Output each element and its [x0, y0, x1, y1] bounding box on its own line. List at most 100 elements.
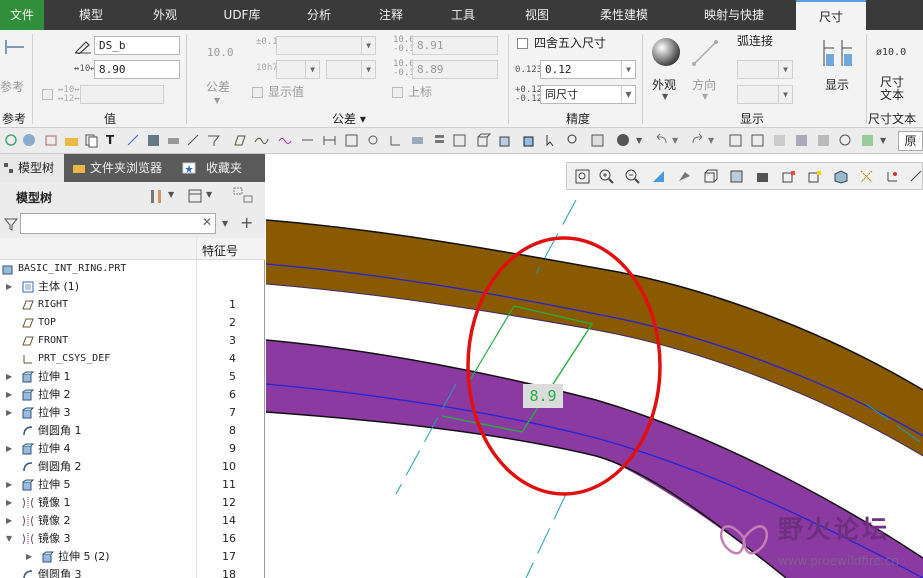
- filter-icon[interactable]: [206, 133, 221, 148]
- appearance-sphere-icon[interactable]: [650, 36, 682, 68]
- show-witness-icon[interactable]: [820, 36, 856, 70]
- tree-settings-dropdown-icon[interactable]: ▼: [168, 190, 174, 199]
- sketch-plane-icon[interactable]: [126, 133, 141, 148]
- tab-annotate[interactable]: 注释: [366, 0, 416, 30]
- undo-dropdown-icon[interactable]: ▼: [672, 133, 687, 148]
- tree-row[interactable]: ▶ 拉伸 3 7: [0, 404, 265, 422]
- tree-show-icon[interactable]: [232, 186, 256, 206]
- save-icon[interactable]: [146, 133, 161, 148]
- tree-row[interactable]: ▶ 镜像 2 14: [0, 512, 265, 530]
- settings-icon[interactable]: [838, 133, 853, 148]
- appearance-dropdown-icon[interactable]: ▼: [662, 92, 668, 101]
- zoom-out-icon[interactable]: [625, 169, 640, 184]
- tolerance-shaft-combo[interactable]: ▼: [276, 60, 320, 79]
- expand-icon[interactable]: ▶: [26, 548, 32, 566]
- sphere-icon[interactable]: [22, 133, 37, 148]
- refit-icon[interactable]: [575, 169, 590, 184]
- tree-row[interactable]: ▼ 镜像 3 16: [0, 530, 265, 548]
- tab-tools[interactable]: 工具: [438, 0, 488, 30]
- dimension-value-field[interactable]: 8.90: [94, 60, 180, 79]
- tab-model[interactable]: 模型: [66, 0, 116, 30]
- more-display-icon[interactable]: [909, 169, 923, 184]
- tolerance-button-label[interactable]: 公差: [206, 78, 230, 95]
- tree-row[interactable]: ▶ 拉伸 1 5: [0, 368, 265, 386]
- reference-icon[interactable]: [4, 36, 26, 58]
- expand-icon[interactable]: ▶: [6, 404, 12, 422]
- tab-flexible-modeling[interactable]: 柔性建模: [588, 0, 660, 30]
- view-manager-icon[interactable]: [729, 169, 744, 184]
- tree-settings-icon[interactable]: [148, 187, 166, 205]
- layers-icon[interactable]: [432, 133, 447, 148]
- repaint-icon[interactable]: [651, 169, 666, 184]
- view-manager-icon[interactable]: [590, 133, 605, 148]
- superscript-checkbox[interactable]: [392, 87, 403, 98]
- tree-row[interactable]: ▶ 拉伸 5 11: [0, 476, 265, 494]
- show-button-label[interactable]: 显示: [825, 76, 849, 93]
- tab-udf-library[interactable]: UDF库: [212, 0, 272, 30]
- render-sphere-icon[interactable]: [616, 133, 631, 148]
- appearance-button-label[interactable]: 外观: [652, 76, 676, 93]
- coordinate-display-icon[interactable]: [885, 169, 900, 184]
- plane-icon[interactable]: [232, 133, 247, 148]
- expand-icon[interactable]: ▶: [6, 386, 12, 404]
- box-icon[interactable]: [476, 133, 491, 148]
- saved-views-icon[interactable]: [452, 133, 467, 148]
- tree-row[interactable]: 倒圆角 2 10: [0, 458, 265, 476]
- tolerance-dropdown-icon[interactable]: ▼: [214, 96, 220, 105]
- dual-dimension-field[interactable]: [80, 85, 164, 104]
- tab-model-tree[interactable]: 模型树: [0, 154, 64, 182]
- arc-connect-combo[interactable]: ▼: [737, 60, 793, 79]
- expand-icon[interactable]: ▶: [6, 494, 12, 512]
- tab-appearance[interactable]: 外观: [140, 0, 190, 30]
- tree-row[interactable]: BASIC_INT_RING.PRT: [0, 260, 265, 278]
- expand-icon[interactable]: ▶: [6, 440, 12, 458]
- tolerance-precision-combo[interactable]: 同尺寸 ▼: [540, 85, 636, 104]
- sketch-icon[interactable]: [44, 133, 59, 148]
- tolerance-table-combo[interactable]: ▼: [276, 36, 376, 55]
- grid-icon[interactable]: [344, 133, 359, 148]
- tab-favorites[interactable]: 收藏夹: [180, 154, 260, 182]
- wave-icon[interactable]: [278, 133, 293, 148]
- lower-tolerance-field[interactable]: 8.89: [412, 60, 498, 79]
- render-dropdown-icon[interactable]: ▼: [636, 133, 651, 148]
- perspective-icon[interactable]: [755, 169, 770, 184]
- direction-dropdown-icon[interactable]: ▼: [702, 92, 708, 101]
- filter-icon[interactable]: [3, 216, 19, 232]
- window-icon[interactable]: [728, 133, 743, 148]
- select-icon[interactable]: [544, 133, 559, 148]
- copy-icon[interactable]: [84, 133, 99, 148]
- zoom-in-icon[interactable]: [599, 169, 614, 184]
- point-icon[interactable]: [366, 133, 381, 148]
- tree-row[interactable]: ▶ 拉伸 5 (2) 17: [0, 548, 265, 566]
- decimal-places-combo[interactable]: 0.12 ▼: [540, 60, 636, 79]
- tree-columns-dropdown-icon[interactable]: ▼: [206, 190, 212, 199]
- expand-icon[interactable]: ▶: [6, 512, 12, 530]
- datum-display-icon[interactable]: [807, 169, 822, 184]
- tab-analysis[interactable]: 分析: [294, 0, 344, 30]
- shaded-edges-icon[interactable]: [522, 133, 537, 148]
- expand-icon[interactable]: ▶: [6, 476, 12, 494]
- tab-mapping-shortcuts[interactable]: 映射与快捷: [692, 0, 776, 30]
- dim-text-button-label[interactable]: 尺寸 文本: [880, 76, 910, 102]
- dual-dimension-checkbox[interactable]: [42, 89, 53, 100]
- toolbar-overflow-button[interactable]: 原: [898, 131, 923, 151]
- tree-row[interactable]: ▶ 镜像 1 12: [0, 494, 265, 512]
- more-dropdown-icon[interactable]: ▼: [880, 133, 895, 148]
- open-folder-icon[interactable]: [64, 133, 79, 148]
- shaded-box-icon[interactable]: [498, 133, 513, 148]
- reference-button-label[interactable]: 参考: [0, 78, 24, 95]
- tab-file[interactable]: 文件: [0, 0, 44, 30]
- zoom-window-icon[interactable]: [566, 133, 581, 148]
- saved-orientations-icon[interactable]: [703, 169, 718, 184]
- model-info-icon[interactable]: [794, 133, 809, 148]
- tree-row[interactable]: 倒圆角 3 18: [0, 566, 265, 578]
- tab-view[interactable]: 视图: [512, 0, 562, 30]
- expand-icon[interactable]: ▶: [6, 278, 12, 296]
- tab-folder-browser[interactable]: 文件夹浏览器: [70, 154, 174, 182]
- tolerance-hole-combo[interactable]: ▼: [326, 60, 376, 79]
- tree-row[interactable]: RIGHT 1: [0, 296, 265, 314]
- spin-center-icon[interactable]: [859, 169, 874, 184]
- tree-columns-icon[interactable]: [186, 187, 204, 205]
- coord-icon[interactable]: [388, 133, 403, 148]
- feature-number-column[interactable]: 特征号: [202, 242, 238, 259]
